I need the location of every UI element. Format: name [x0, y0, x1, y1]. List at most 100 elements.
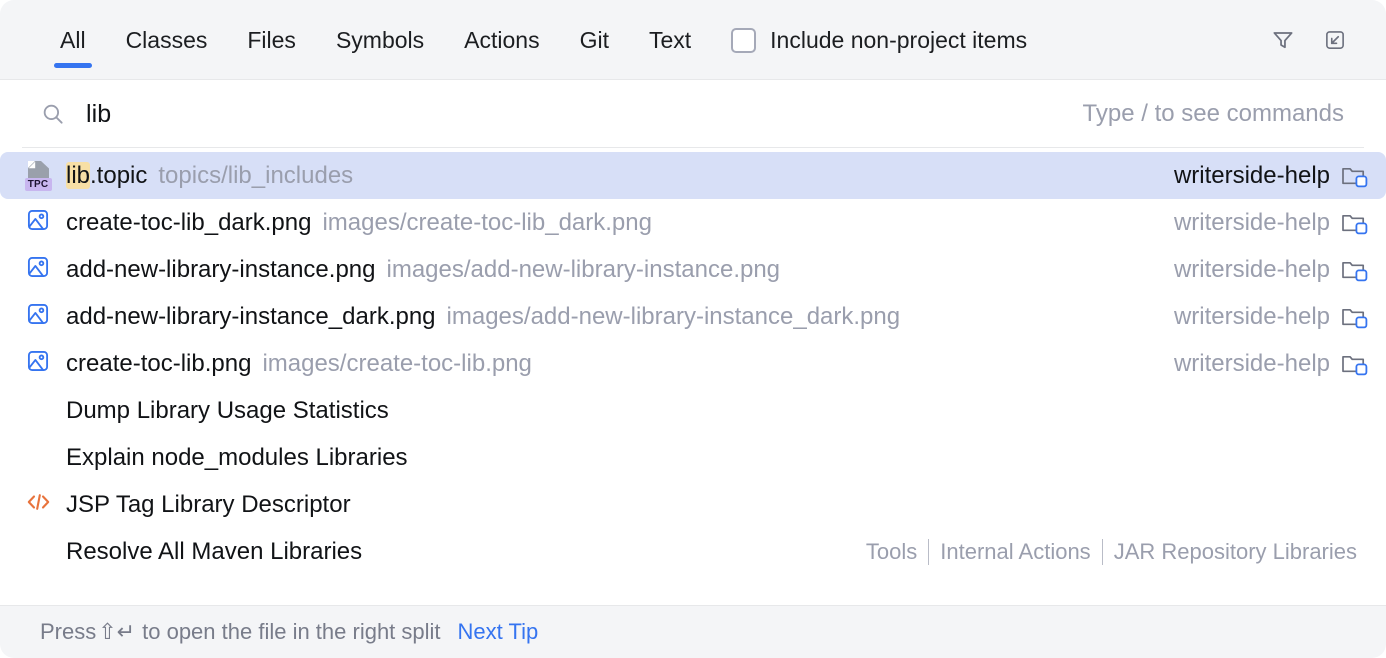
- include-non-project-items-checkbox[interactable]: Include non-project items: [731, 27, 1027, 54]
- checkbox-box[interactable]: [731, 28, 756, 53]
- tab-all[interactable]: All: [40, 0, 106, 80]
- module-folder-icon: [1341, 211, 1368, 235]
- result-row-right: writerside-help: [1156, 303, 1368, 331]
- next-tip-link[interactable]: Next Tip: [458, 619, 539, 645]
- results-list: TPC lib.topic topics/lib_includes writersid…: [0, 148, 1386, 575]
- result-title: Resolve All Maven Libraries: [66, 538, 362, 566]
- breadcrumb-segment: JAR Repository Libraries: [1103, 539, 1368, 565]
- result-row[interactable]: add-new-library-instance.png images/add-n…: [0, 246, 1386, 293]
- result-title: JSP Tag Library Descriptor: [66, 491, 351, 519]
- module-folder-icon: [1341, 258, 1368, 282]
- result-row[interactable]: TPC lib.topic topics/lib_includes writersid…: [0, 152, 1386, 199]
- result-row-right: writerside-help: [1156, 256, 1368, 284]
- result-title-rest: Explain node_modules Libraries: [66, 444, 408, 471]
- result-title-rest: Resolve All Maven Libraries: [66, 538, 362, 565]
- breadcrumb-segment: Tools: [855, 539, 928, 565]
- result-title-rest: add-new-library-instance.png: [66, 256, 376, 283]
- result-title: create-toc-lib.png: [66, 350, 251, 378]
- result-row[interactable]: add-new-library-instance_dark.png images/…: [0, 293, 1386, 340]
- result-row-icon: [22, 348, 54, 379]
- result-subtitle-path: images/create-toc-lib.png: [262, 350, 531, 378]
- result-row-main: Resolve All Maven Libraries: [66, 538, 362, 566]
- tab-bar: AllClassesFilesSymbolsActionsGitText Inc…: [0, 0, 1386, 80]
- result-subtitle-path: topics/lib_includes: [158, 162, 353, 190]
- result-row-main: JSP Tag Library Descriptor: [66, 491, 351, 519]
- result-module-name: writerside-help: [1174, 162, 1330, 190]
- result-row-right: ToolsInternal ActionsJAR Repository Libr…: [837, 539, 1368, 565]
- result-row-icon: TPC: [22, 161, 54, 191]
- code-tag-icon: [25, 490, 52, 519]
- result-module-name: writerside-help: [1174, 256, 1330, 284]
- result-title-rest: .topic: [90, 162, 147, 189]
- module-folder-icon: [1341, 164, 1368, 188]
- result-subtitle-path: images/add-new-library-instance.png: [387, 256, 781, 284]
- result-row-right: writerside-help: [1156, 162, 1368, 190]
- result-row[interactable]: create-toc-lib.png images/create-toc-lib.…: [0, 340, 1386, 387]
- result-title: lib.topic: [66, 162, 147, 190]
- footer-shortcut-keys: ⇧↵: [96, 619, 137, 645]
- search-row[interactable]: lib Type / to see commands: [0, 80, 1386, 148]
- result-title: Dump Library Usage Statistics: [66, 397, 389, 425]
- result-title: add-new-library-instance.png: [66, 256, 376, 284]
- result-row-right: writerside-help: [1156, 350, 1368, 378]
- search-commands-hint: Type / to see commands: [1083, 100, 1344, 128]
- result-row[interactable]: Dump Library Usage Statistics: [0, 387, 1386, 434]
- result-title-rest: Dump Library Usage Statistics: [66, 397, 389, 424]
- module-folder-icon: [1341, 352, 1368, 376]
- result-title: Explain node_modules Libraries: [66, 444, 408, 472]
- result-title: create-toc-lib_dark.png: [66, 209, 311, 237]
- result-title-rest: add-new-library-instance_dark.png: [66, 303, 436, 330]
- match-highlight: lib: [66, 162, 90, 189]
- result-title-rest: JSP Tag Library Descriptor: [66, 491, 351, 518]
- result-row-main: add-new-library-instance.png images/add-n…: [66, 256, 780, 284]
- result-title-rest: create-toc-lib.png: [66, 350, 251, 377]
- footer-hint-bar: Press ⇧↵ to open the file in the right s…: [0, 605, 1386, 658]
- result-row-main: Dump Library Usage Statistics: [66, 397, 389, 425]
- header-icon-group: [1268, 25, 1364, 55]
- result-row-icon: [22, 207, 54, 238]
- result-row-main: Explain node_modules Libraries: [66, 444, 408, 472]
- result-title-rest: create-toc-lib_dark.png: [66, 209, 311, 236]
- result-row-main: add-new-library-instance_dark.png images/…: [66, 303, 900, 331]
- footer-hint-text: to open the file in the right split: [142, 619, 440, 645]
- result-title: add-new-library-instance_dark.png: [66, 303, 436, 331]
- result-row-icon: [22, 301, 54, 332]
- include-non-project-items-label: Include non-project items: [770, 27, 1027, 54]
- result-row[interactable]: JSP Tag Library Descriptor: [0, 481, 1386, 528]
- result-row-icon: [22, 254, 54, 285]
- tabs-container: AllClassesFilesSymbolsActionsGitText: [40, 0, 711, 80]
- image-file-icon: [25, 254, 51, 285]
- topic-file-icon: TPC: [25, 161, 52, 191]
- filter-icon[interactable]: [1268, 25, 1298, 55]
- search-icon: [40, 101, 66, 127]
- tab-files[interactable]: Files: [227, 0, 316, 80]
- tab-actions[interactable]: Actions: [444, 0, 559, 80]
- footer-press-label: Press: [40, 619, 96, 645]
- result-row[interactable]: create-toc-lib_dark.png images/create-toc…: [0, 199, 1386, 246]
- result-row-main: lib.topic topics/lib_includes: [66, 162, 353, 190]
- result-row-icon: [22, 490, 54, 519]
- result-module-name: writerside-help: [1174, 303, 1330, 331]
- module-folder-icon: [1341, 305, 1368, 329]
- result-row-right: writerside-help: [1156, 209, 1368, 237]
- result-subtitle-path: images/add-new-library-instance_dark.png: [447, 303, 901, 331]
- result-subtitle-path: images/create-toc-lib_dark.png: [322, 209, 652, 237]
- tab-text[interactable]: Text: [629, 0, 711, 80]
- result-row-main: create-toc-lib.png images/create-toc-lib.…: [66, 350, 532, 378]
- image-file-icon: [25, 301, 51, 332]
- result-module-name: writerside-help: [1174, 209, 1330, 237]
- tab-classes[interactable]: Classes: [106, 0, 228, 80]
- tpc-badge: TPC: [25, 178, 52, 191]
- search-everywhere-dialog: AllClassesFilesSymbolsActionsGitText Inc…: [0, 0, 1386, 658]
- search-input[interactable]: lib: [86, 100, 111, 129]
- result-module-name: writerside-help: [1174, 350, 1330, 378]
- image-file-icon: [25, 207, 51, 238]
- result-row[interactable]: Explain node_modules Libraries: [0, 434, 1386, 481]
- tab-symbols[interactable]: Symbols: [316, 0, 444, 80]
- breadcrumb: ToolsInternal ActionsJAR Repository Libr…: [855, 539, 1368, 565]
- result-row-main: create-toc-lib_dark.png images/create-toc…: [66, 209, 652, 237]
- collapse-to-tool-window-icon[interactable]: [1320, 25, 1350, 55]
- image-file-icon: [25, 348, 51, 379]
- tab-git[interactable]: Git: [560, 0, 629, 80]
- result-row[interactable]: Resolve All Maven Libraries ToolsInternal…: [0, 528, 1386, 575]
